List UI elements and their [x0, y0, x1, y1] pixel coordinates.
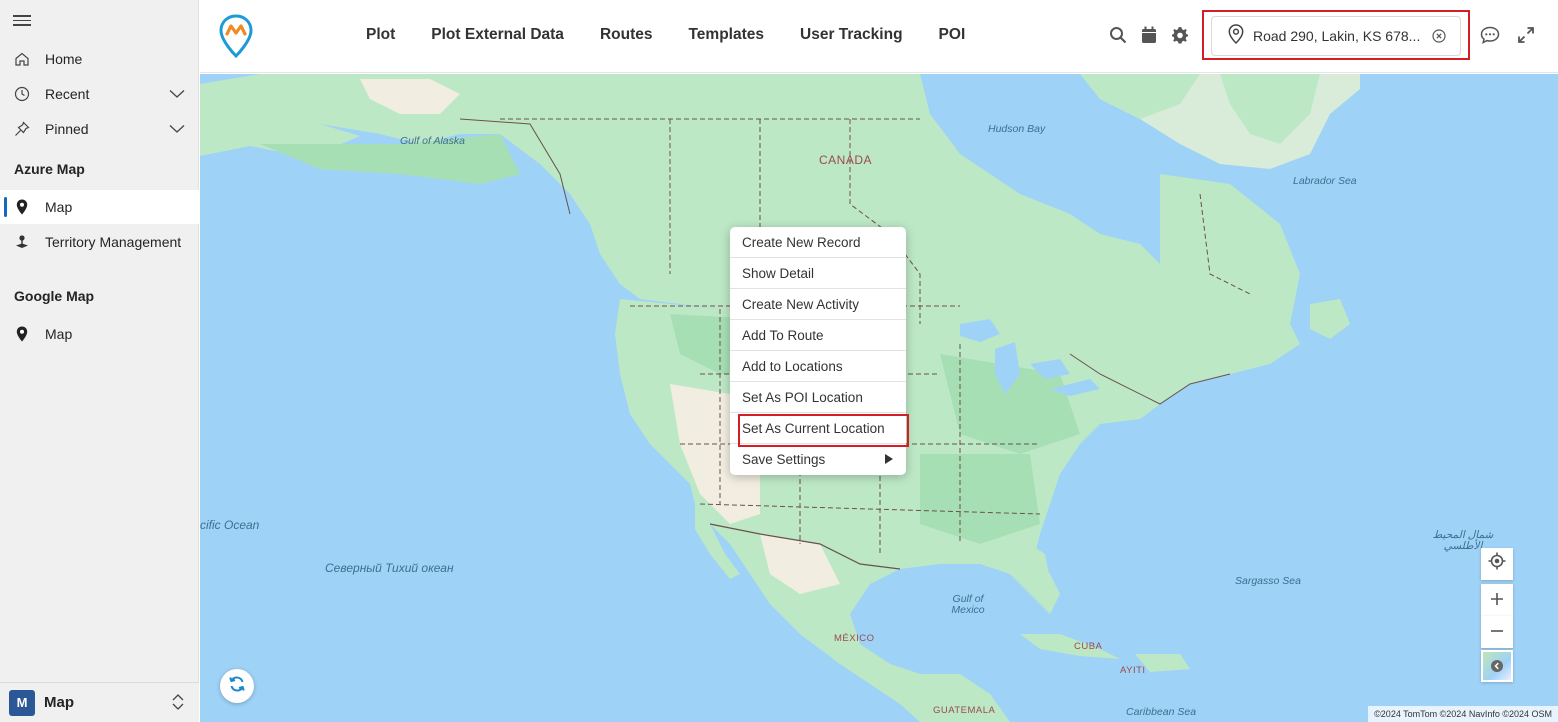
- map-canvas[interactable]: Gulf of Alaska CANADA Hudson Bay Labrado…: [200, 74, 1558, 722]
- expand-icon[interactable]: [1516, 25, 1536, 45]
- sidebar-item-label: Map: [45, 199, 73, 215]
- context-item-save-settings[interactable]: Save Settings: [730, 444, 906, 475]
- map-marker-icon: [13, 198, 31, 216]
- current-location-field[interactable]: Road 290, Lakin, KS 678...: [1211, 16, 1461, 56]
- sidebar-item-label: Territory Management: [45, 234, 182, 250]
- territory-icon: [13, 233, 31, 251]
- sidebar-item-label: Pinned: [45, 121, 89, 137]
- minus-icon: [1490, 621, 1504, 644]
- map-label-guatemala: GUATEMALA: [933, 705, 996, 716]
- context-item-set-as-poi-location[interactable]: Set As POI Location: [730, 382, 906, 413]
- area-switcher[interactable]: M Map: [0, 682, 199, 722]
- zoom-out-button[interactable]: [1481, 616, 1513, 648]
- map-marker-icon: [13, 325, 31, 343]
- calendar-icon[interactable]: [1139, 25, 1159, 45]
- area-badge: M: [9, 689, 35, 716]
- current-location-text: Road 290, Lakin, KS 678...: [1253, 28, 1421, 44]
- map-label-caribbean-sea: Caribbean Sea: [1126, 706, 1197, 718]
- menu-templates[interactable]: Templates: [688, 26, 764, 44]
- top-bar: Plot Plot External Data Routes Templates…: [200, 0, 1558, 73]
- home-icon: [13, 50, 31, 68]
- menu-routes[interactable]: Routes: [600, 26, 653, 44]
- chevron-down-icon[interactable]: [169, 86, 185, 102]
- context-item-create-new-activity[interactable]: Create New Activity: [730, 289, 906, 320]
- map-label-haiti: AYITI: [1120, 665, 1146, 676]
- sidebar-item-label: Recent: [45, 86, 90, 102]
- refresh-icon: [228, 675, 246, 698]
- chevron-updown-icon: [171, 693, 185, 716]
- clear-icon[interactable]: [1432, 29, 1446, 48]
- pin-icon: [13, 120, 31, 138]
- map-attribution: ©2024 TomTom ©2024 NavInfo ©2024 OSM: [1368, 706, 1558, 722]
- menu-plot[interactable]: Plot: [366, 26, 395, 44]
- sidebar-item-home[interactable]: Home: [0, 42, 199, 76]
- sidebar-item-label: Map: [45, 326, 73, 342]
- refresh-button[interactable]: [220, 669, 254, 703]
- clock-icon: [13, 85, 31, 103]
- map-label-sargasso-sea: Sargasso Sea: [1235, 575, 1301, 587]
- plus-icon: [1490, 589, 1504, 612]
- context-item-set-as-current-location[interactable]: Set As Current Location: [730, 413, 909, 447]
- sidebar: Home Recent Pinned Azure Map Map Territo…: [0, 0, 199, 722]
- sidebar-item-azure-map[interactable]: Map: [0, 190, 199, 224]
- context-item-create-new-record[interactable]: Create New Record: [730, 227, 906, 258]
- submenu-arrow-icon: [884, 453, 894, 468]
- menu-poi[interactable]: POI: [939, 26, 966, 44]
- sidebar-item-google-map[interactable]: Map: [0, 317, 199, 351]
- main-menu: Plot Plot External Data Routes Templates…: [366, 26, 965, 44]
- menu-user-tracking[interactable]: User Tracking: [800, 26, 903, 44]
- map-label-north-pacific-ru: Северный Тихий океан: [325, 561, 454, 575]
- group-title-azure-map: Azure Map: [14, 161, 85, 177]
- map-label-gulf-of-alaska: Gulf of Alaska: [400, 135, 465, 147]
- chat-icon[interactable]: [1480, 25, 1500, 45]
- context-item-label: Save Settings: [742, 452, 826, 467]
- group-title-google-map: Google Map: [14, 288, 95, 304]
- location-pin-icon: [1228, 23, 1244, 49]
- chevron-down-icon[interactable]: [169, 121, 185, 137]
- context-item-show-detail[interactable]: Show Detail: [730, 258, 906, 289]
- sidebar-item-recent[interactable]: Recent: [0, 77, 199, 111]
- crosshair-icon: [1488, 552, 1506, 576]
- map-style-picker[interactable]: [1481, 650, 1513, 682]
- sidebar-item-label: Home: [45, 51, 83, 67]
- my-location-button[interactable]: [1481, 548, 1513, 580]
- map-label-canada: CANADA: [819, 153, 873, 167]
- context-item-add-to-locations[interactable]: Add to Locations: [730, 351, 906, 382]
- hamburger-menu-icon[interactable]: [13, 12, 31, 28]
- menu-plot-external-data[interactable]: Plot External Data: [431, 26, 564, 44]
- map-label-mexico: MÉXICO: [834, 633, 875, 644]
- context-item-add-to-route[interactable]: Add To Route: [730, 320, 906, 351]
- map-label-gulf-of-mexico: Gulf of Mexico: [951, 593, 985, 616]
- map-label-labrador-sea: Labrador Sea: [1293, 175, 1357, 187]
- zoom-in-button[interactable]: [1481, 584, 1513, 616]
- app-logo[interactable]: [218, 14, 254, 63]
- chevron-left-circle-icon: [1490, 659, 1504, 678]
- gear-icon[interactable]: [1170, 25, 1190, 45]
- area-label: Map: [44, 694, 74, 711]
- map-label-hudson-bay: Hudson Bay: [988, 123, 1046, 135]
- map-label-pacific-ocean: cific Ocean: [200, 518, 260, 532]
- sidebar-item-pinned[interactable]: Pinned: [0, 112, 199, 146]
- map-label-cuba: CUBA: [1074, 641, 1103, 652]
- search-icon[interactable]: [1108, 25, 1128, 45]
- map-context-menu: Create New Record Show Detail Create New…: [730, 227, 909, 475]
- sidebar-item-territory-management[interactable]: Territory Management: [0, 225, 199, 259]
